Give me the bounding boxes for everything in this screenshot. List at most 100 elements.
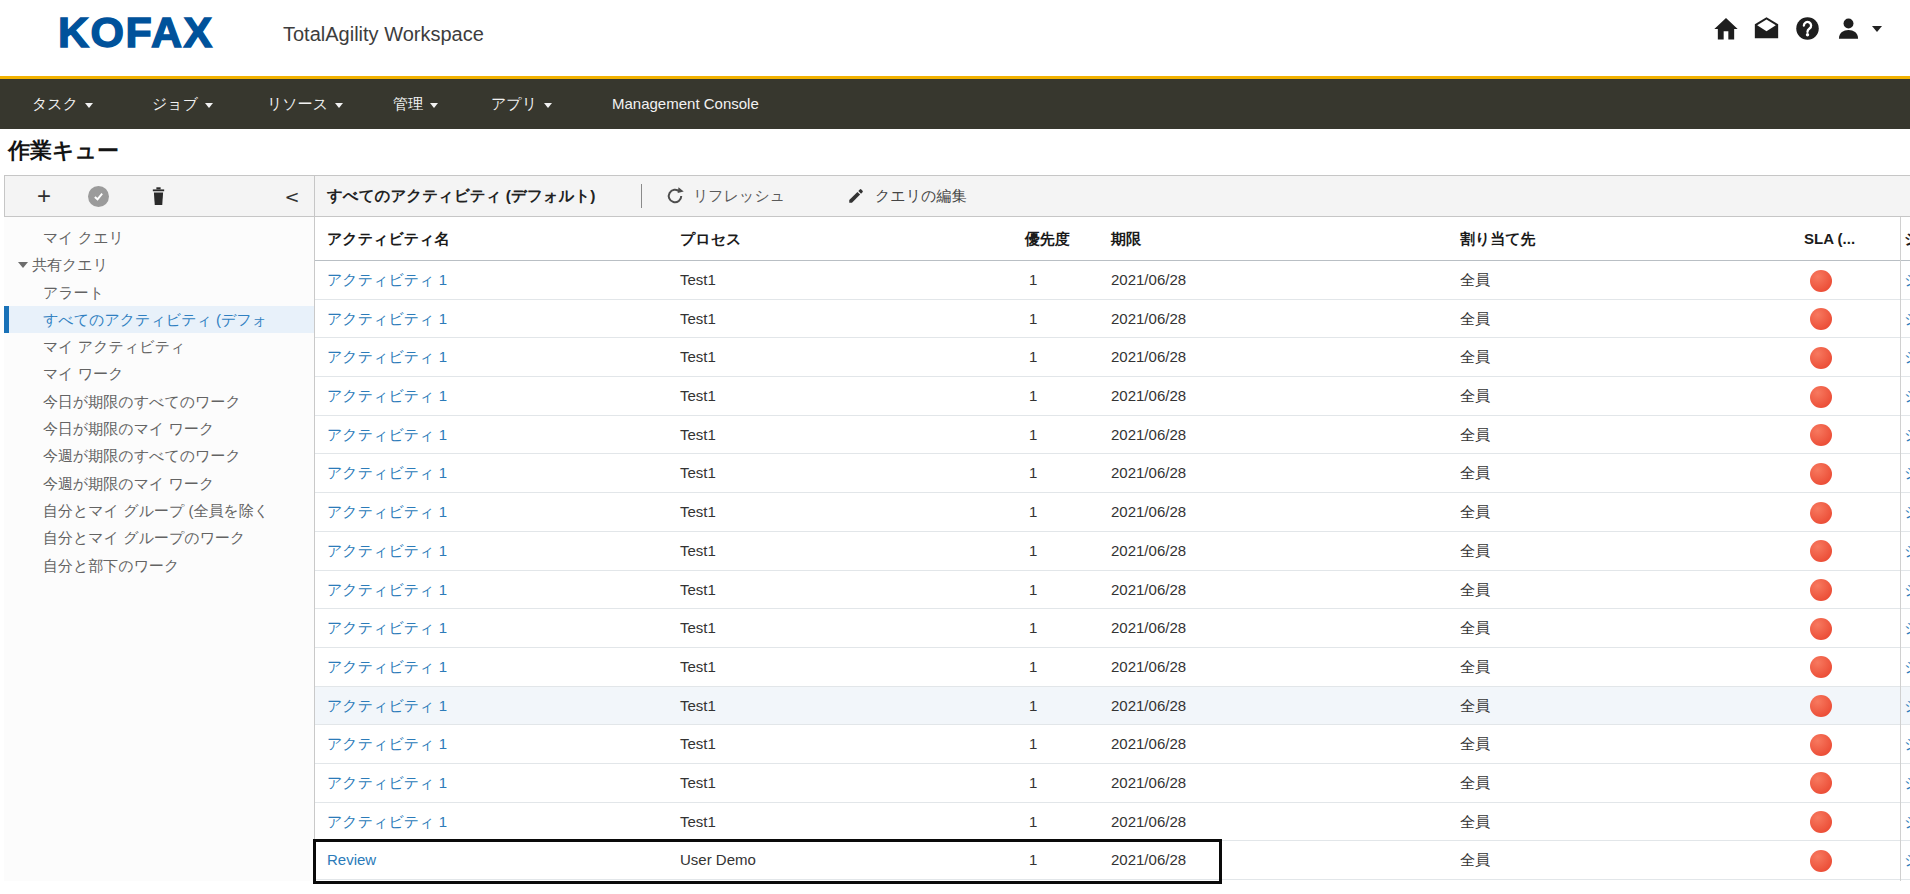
query-tree-item[interactable]: 自分と部下のワーク <box>4 552 314 579</box>
query-tree-item[interactable]: 今日が期限のマイ ワーク <box>4 415 314 442</box>
nav-item-6[interactable]: Management Console <box>612 79 759 129</box>
cell-extra-link[interactable]: ジ <box>1904 571 1910 610</box>
cell-activity-link[interactable]: アクティビティ 1 <box>327 687 447 726</box>
cell-activity-link[interactable]: アクティビティ 1 <box>327 803 447 842</box>
cell-priority: 1 <box>1029 571 1037 610</box>
cell-extra-link[interactable]: ジ <box>1904 377 1910 416</box>
cell-assignee: 全員 <box>1460 803 1490 842</box>
cell-extra-link[interactable]: ジ <box>1904 300 1910 339</box>
col-header-sla[interactable]: SLA (... <box>1804 217 1855 261</box>
col-header-assignee[interactable]: 割り当て先 <box>1460 217 1536 261</box>
cell-priority: 1 <box>1029 300 1037 339</box>
nav-item-2[interactable]: ジョブ <box>152 79 213 129</box>
delete-query-button[interactable] <box>143 176 173 216</box>
col-header-activity[interactable]: アクティビティ名 <box>327 217 449 261</box>
tree-expander-icon[interactable] <box>18 262 28 268</box>
grid-row[interactable]: アクティビティ 1Test112021/06/28全員ジ <box>315 609 1910 648</box>
cell-activity-link[interactable]: アクティビティ 1 <box>327 416 447 455</box>
grid-row[interactable]: アクティビティ 1Test112021/06/28全員ジ <box>315 764 1910 803</box>
grid-row[interactable]: アクティビティ 1Test112021/06/28全員ジ <box>315 454 1910 493</box>
query-tree-item[interactable]: マイ クエリ <box>4 224 314 251</box>
mail-icon[interactable] <box>1752 14 1781 43</box>
default-query-button[interactable] <box>83 176 113 216</box>
grid-row[interactable]: アクティビティ 1Test112021/06/28全員ジ <box>315 261 1910 300</box>
grid-row[interactable]: アクティビティ 1Test112021/06/28全員ジ <box>315 377 1910 416</box>
cell-activity-link[interactable]: アクティビティ 1 <box>327 532 447 571</box>
query-tree-item[interactable]: 今週が期限のマイ ワーク <box>4 470 314 497</box>
cell-activity-link[interactable]: アクティビティ 1 <box>327 571 447 610</box>
cell-activity-link[interactable]: アクティビティ 1 <box>327 725 447 764</box>
cell-activity-link[interactable]: アクティビティ 1 <box>327 648 447 687</box>
cell-extra-link[interactable]: ジ <box>1904 803 1910 842</box>
grid-row[interactable]: アクティビティ 1Test112021/06/28全員ジ <box>315 803 1910 842</box>
help-icon[interactable] <box>1793 14 1822 43</box>
cell-activity-link[interactable]: アクティビティ 1 <box>327 609 447 648</box>
col-header-process[interactable]: プロセス <box>680 217 741 261</box>
cell-extra-link[interactable]: ジ <box>1904 416 1910 455</box>
edit-query-button[interactable]: クエリの編集 <box>875 176 966 216</box>
query-tree-item[interactable]: すべてのアクティビティ (デフォ <box>4 306 314 333</box>
cell-activity-link[interactable]: アクティビティ 1 <box>327 764 447 803</box>
grid-row[interactable]: アクティビティ 1Test112021/06/28全員ジ <box>315 687 1910 726</box>
cell-extra-link[interactable]: ジ <box>1904 338 1910 377</box>
cell-activity-link[interactable]: アクティビティ 1 <box>327 338 447 377</box>
sla-status-icon <box>1810 424 1832 446</box>
home-icon[interactable] <box>1711 14 1740 43</box>
grid-row[interactable]: アクティビティ 1Test112021/06/28全員ジ <box>315 648 1910 687</box>
query-tree-item[interactable]: 自分とマイ グループのワーク <box>4 524 314 551</box>
query-toolbar: + < <box>4 175 315 217</box>
sla-status-icon <box>1810 656 1832 678</box>
col-header-due[interactable]: 期限 <box>1111 217 1141 261</box>
cell-assignee: 全員 <box>1460 377 1490 416</box>
add-query-button[interactable]: + <box>29 176 59 216</box>
cell-extra-link[interactable]: ジ <box>1904 454 1910 493</box>
grid-row[interactable]: アクティビティ 1Test112021/06/28全員ジ <box>315 571 1910 610</box>
query-tree-item[interactable]: 今週が期限のすべてのワーク <box>4 442 314 469</box>
query-tree-item[interactable]: アラート <box>4 279 314 306</box>
column-divider <box>1900 217 1901 881</box>
cell-extra-link[interactable]: ジ <box>1904 609 1910 648</box>
cell-extra-link[interactable]: ジ <box>1904 687 1910 726</box>
cell-priority: 1 <box>1029 377 1037 416</box>
collapse-sidebar-button[interactable]: < <box>277 176 307 216</box>
nav-item-3[interactable]: リソース <box>267 79 343 129</box>
cell-extra-link[interactable]: ジ <box>1904 764 1910 803</box>
nav-item-5[interactable]: アプリ <box>491 79 552 129</box>
refresh-icon[interactable] <box>665 186 685 210</box>
cell-activity-link[interactable]: アクティビティ 1 <box>327 454 447 493</box>
cell-extra-link[interactable]: ジ <box>1904 725 1910 764</box>
cell-due-date: 2021/06/28 <box>1111 338 1186 377</box>
nav-item-4[interactable]: 管理 <box>393 79 438 129</box>
query-tree-item[interactable]: マイ アクティビティ <box>4 333 314 360</box>
query-tree-item[interactable]: 共有クエリ <box>4 251 314 278</box>
cell-activity-link[interactable]: アクティビティ 1 <box>327 300 447 339</box>
cell-activity-link[interactable]: Review <box>327 841 376 880</box>
grid-row[interactable]: アクティビティ 1Test112021/06/28全員ジ <box>315 300 1910 339</box>
cell-activity-link[interactable]: アクティビティ 1 <box>327 493 447 532</box>
cell-activity-link[interactable]: アクティビティ 1 <box>327 261 447 300</box>
cell-extra-link[interactable]: ジ <box>1904 841 1910 880</box>
grid-row[interactable]: アクティビティ 1Test112021/06/28全員ジ <box>315 416 1910 455</box>
grid-row[interactable]: ReviewUser Demo12021/06/28全員ジ <box>315 841 1910 880</box>
cell-extra-link[interactable]: ジ <box>1904 648 1910 687</box>
query-tree-item[interactable]: 自分とマイ グループ (全員を除く <box>4 497 314 524</box>
grid-row[interactable]: アクティビティ 1Test112021/06/28全員ジ <box>315 493 1910 532</box>
grid-row[interactable]: アクティビティ 1Test112021/06/28全員ジ <box>315 532 1910 571</box>
user-menu-caret-icon[interactable] <box>1872 26 1882 32</box>
col-header-extra[interactable]: ジ <box>1904 217 1910 261</box>
refresh-button[interactable]: リフレッシュ <box>693 176 785 216</box>
nav-item-1[interactable]: タスク <box>32 79 93 129</box>
grid-row[interactable]: アクティビティ 1Test112021/06/28全員ジ <box>315 338 1910 377</box>
edit-query-icon[interactable] <box>847 187 865 209</box>
cell-activity-link[interactable]: アクティビティ 1 <box>327 377 447 416</box>
cell-due-date: 2021/06/28 <box>1111 803 1186 842</box>
query-tree-item[interactable]: マイ ワーク <box>4 360 314 387</box>
cell-extra-link[interactable]: ジ <box>1904 532 1910 571</box>
cell-extra-link[interactable]: ジ <box>1904 261 1910 300</box>
cell-extra-link[interactable]: ジ <box>1904 493 1910 532</box>
cell-assignee: 全員 <box>1460 416 1490 455</box>
query-tree-item[interactable]: 今日が期限のすべてのワーク <box>4 388 314 415</box>
col-header-priority[interactable]: 優先度 <box>1025 217 1070 261</box>
user-icon[interactable] <box>1834 14 1863 43</box>
grid-row[interactable]: アクティビティ 1Test112021/06/28全員ジ <box>315 725 1910 764</box>
